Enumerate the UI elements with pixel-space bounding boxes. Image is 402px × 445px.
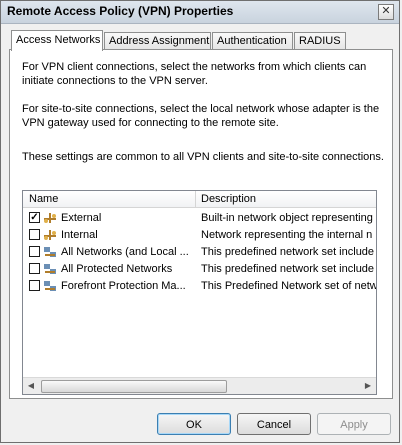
title-bar: Remote Access Policy (VPN) Properties ✕ (1, 1, 399, 24)
network-set-icon (44, 281, 56, 291)
tab-address-assignment[interactable]: Address Assignment (104, 32, 211, 49)
network-description: Network representing the internal n (201, 229, 373, 241)
checkbox[interactable]: ✓ (29, 212, 40, 223)
network-set-icon (44, 264, 56, 274)
checkbox[interactable] (29, 229, 40, 240)
tab-access-networks[interactable]: Access Networks (11, 30, 103, 51)
window-title: Remote Access Policy (VPN) Properties (7, 4, 234, 18)
network-set-icon (44, 247, 56, 257)
network-icon (44, 213, 56, 223)
list-item[interactable]: ✓ External Built-in network object repre… (23, 210, 376, 227)
network-name: All Protected Networks (61, 263, 173, 275)
network-name: Forefront Protection Ma... (61, 280, 186, 292)
checkbox[interactable] (29, 280, 40, 291)
common-settings-note: These settings are common to all VPN cli… (22, 151, 384, 163)
network-icon (44, 230, 56, 240)
network-description: This predefined network set include (201, 263, 375, 275)
checkbox[interactable] (29, 263, 40, 274)
list-item[interactable]: All Protected Networks This predefined n… (23, 261, 376, 278)
networks-list[interactable]: Name Description ✓ External Built-in net… (22, 190, 377, 395)
network-name: Internal (61, 229, 98, 241)
cancel-button[interactable]: Cancel (237, 413, 311, 435)
properties-dialog: Remote Access Policy (VPN) Properties ✕ … (0, 0, 400, 443)
column-separator[interactable] (195, 191, 196, 207)
network-name: All Networks (and Local ... (61, 246, 189, 258)
ok-button[interactable]: OK (157, 413, 231, 435)
network-description: This Predefined Network set of netw (201, 280, 377, 292)
scroll-left-icon[interactable]: ◀ (23, 378, 39, 394)
network-description: This predefined network set include (201, 246, 375, 258)
list-header: Name Description (23, 191, 376, 208)
list-item[interactable]: All Networks (and Local ... This predefi… (23, 244, 376, 261)
scroll-right-icon[interactable]: ▶ (360, 378, 376, 394)
tab-radius[interactable]: RADIUS (294, 32, 346, 49)
tab-panel: For VPN client connections, select the n… (9, 49, 393, 399)
network-name: External (61, 212, 102, 224)
vpn-client-instructions: For VPN client connections, select the n… (22, 61, 367, 87)
apply-button[interactable]: Apply (317, 413, 391, 435)
site-to-site-instructions: For site-to-site connections, select the… (22, 103, 380, 129)
close-button[interactable]: ✕ (378, 4, 394, 20)
scroll-thumb[interactable] (41, 380, 227, 393)
list-item[interactable]: Internal Network representing the intern… (23, 227, 376, 244)
list-item[interactable]: Forefront Protection Ma... This Predefin… (23, 278, 376, 295)
checkbox[interactable] (29, 246, 40, 257)
column-header-description[interactable]: Description (201, 193, 256, 205)
horizontal-scrollbar[interactable]: ◀ ▶ (23, 377, 376, 394)
tab-authentication[interactable]: Authentication (212, 32, 293, 49)
network-description: Built-in network object representing (201, 212, 373, 224)
column-header-name[interactable]: Name (29, 193, 58, 205)
